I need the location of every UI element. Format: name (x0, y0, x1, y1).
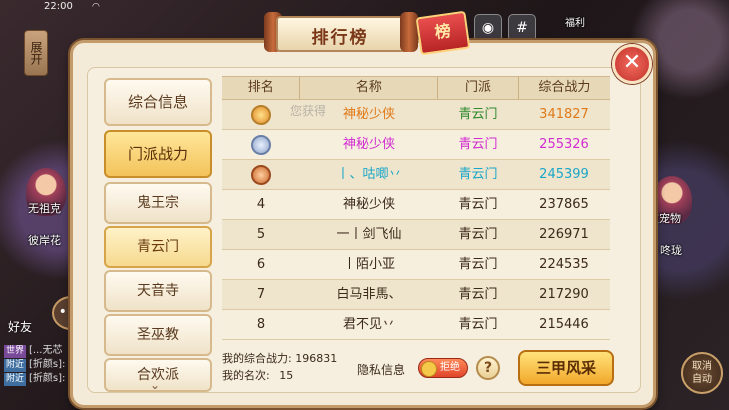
reward-toast-text: 您获得 (290, 104, 327, 118)
power-cell: 217290 (539, 287, 589, 302)
table-row[interactable]: 神秘少侠 青云门 341827 (222, 100, 610, 130)
chat-log[interactable]: 世界 [...无芯 附近 [折颜s]: 上 附近 [折颜s]: 上 (4, 344, 79, 386)
rank-cell: 5 (256, 227, 266, 242)
table-row[interactable]: 8 君不见丷 青云门 215446 (222, 310, 610, 340)
toggle-knob (421, 361, 437, 377)
tab-guiwangzong[interactable]: 鬼王宗 (104, 182, 212, 224)
table-body: 神秘少侠 青云门 341827 神秘少侠 青云门 255326 丨、咕唧丷 青云… (222, 100, 610, 340)
table-row[interactable]: 丨、咕唧丷 青云门 245399 (222, 160, 610, 190)
table-row[interactable]: 4 神秘少侠 青云门 237865 (222, 190, 610, 220)
ranking-table: 排名 名称 门派 综合战力 神秘少侠 青云门 341827 神秘少侠 青云门 2… (222, 76, 610, 340)
rank-cell: 8 (256, 317, 266, 332)
silver-medal-icon (251, 134, 271, 155)
table-header: 排名 名称 门派 综合战力 (222, 76, 610, 100)
header-name: 名称 (299, 77, 437, 99)
name-cell: 一丨剑飞仙 (336, 227, 402, 242)
status-time: 22:00 (44, 1, 73, 12)
faction-cell: 青云门 (458, 227, 498, 242)
my-power-label: 我的综合战力: (222, 352, 292, 365)
help-button[interactable]: ? (476, 356, 500, 380)
chevron-down-icon[interactable]: ⌄ (150, 378, 160, 392)
tab-overview[interactable]: 综合信息 (104, 78, 212, 126)
header-rank: 排名 (247, 80, 274, 95)
welfare-label[interactable]: 福利 (565, 14, 585, 29)
tab-shengwujiao[interactable]: 圣巫教 (104, 314, 212, 356)
cancel-auto-line2: 自动 (692, 374, 712, 385)
header-faction: 门派 (437, 77, 517, 99)
cancel-auto-button[interactable]: 取消 自动 (681, 352, 723, 394)
toggle-label: 拒绝 (440, 362, 460, 373)
rank-cell: 6 (256, 257, 266, 272)
npc-sub-right: 咚珑 (660, 244, 682, 257)
leaderboard-badge-icon: 榜 (415, 10, 471, 56)
header-power: 综合战力 (517, 77, 610, 99)
chat-tag-world: 世界 (4, 345, 27, 358)
chat-line: 附近 [折颜s]: 上 (4, 372, 79, 386)
my-rank-value: 15 (279, 369, 294, 382)
gold-medal-icon (251, 104, 271, 125)
hashtag-icon[interactable]: # (508, 14, 536, 42)
power-cell: 245399 (539, 167, 589, 182)
chat-tag-nearby: 附近 (4, 359, 27, 372)
faction-cell: 青云门 (458, 197, 498, 212)
table-row[interactable]: 神秘少侠 青云门 255326 (222, 130, 610, 160)
power-cell: 226971 (539, 227, 589, 242)
friends-label[interactable]: 好友 (8, 318, 32, 335)
chat-text: [...无芯 (29, 345, 63, 356)
category-tabs: 综合信息 门派战力 鬼王宗 青云门 天音寺 圣巫教 合欢派 (104, 78, 212, 394)
chat-line: 世界 [...无芯 (4, 344, 79, 358)
power-cell: 237865 (539, 197, 589, 212)
tab-faction-power[interactable]: 门派战力 (104, 130, 212, 178)
my-stats: 我的综合战力: 196831 我的名次: 15 (222, 350, 337, 384)
rank-cell (222, 100, 300, 129)
name-cell: 白马非馬、 (336, 287, 402, 302)
faction-cell: 青云门 (458, 257, 498, 272)
power-cell: 341827 (539, 107, 589, 122)
rank-cell (222, 160, 300, 189)
chat-line: 附近 [折颜s]: 上 (4, 358, 79, 372)
table-row[interactable]: 5 一丨剑飞仙 青云门 226971 (222, 220, 610, 250)
table-row[interactable]: 7 白马非馬、 青云门 217290 (222, 280, 610, 310)
faction-cell: 青云门 (458, 167, 498, 182)
tab-qingyunmen[interactable]: 青云门 (104, 226, 212, 268)
camera-icon[interactable]: ◉ (474, 14, 502, 42)
close-button[interactable]: ✕ (612, 44, 652, 84)
panel-title: 排行榜 (311, 28, 369, 48)
power-cell: 224535 (539, 257, 589, 272)
privacy-label: 隐私信息 (357, 363, 406, 377)
my-power-value: 196831 (295, 352, 338, 365)
npc-sub-left: 彼岸花 (28, 234, 61, 247)
npc-name-left: 无祖克 (28, 202, 61, 215)
top-three-button[interactable]: 三甲风采 (518, 350, 614, 386)
rank-cell: 7 (256, 287, 266, 302)
name-cell: 神秘少侠 (342, 137, 395, 152)
title-scroll: 排行榜 (250, 6, 430, 54)
table-row[interactable]: 6 丨陌小亚 青云门 224535 (222, 250, 610, 280)
rank-cell (222, 130, 300, 159)
name-cell: 丨陌小亚 (342, 257, 395, 272)
my-power-row: 我的综合战力: 196831 (222, 350, 337, 367)
name-cell: 君不见丷 (342, 317, 395, 332)
privacy-toggle[interactable]: 拒绝 (418, 358, 468, 378)
name-cell: 丨、咕唧丷 (336, 167, 402, 182)
cancel-auto-line1: 取消 (692, 361, 712, 372)
my-rank-label: 我的名次: (222, 369, 270, 382)
faction-cell: 青云门 (458, 107, 498, 122)
faction-cell: 青云门 (458, 137, 498, 152)
name-cell: 神秘少侠 (342, 197, 395, 212)
tab-tianyinsi[interactable]: 天音寺 (104, 270, 212, 312)
bronze-medal-icon (251, 164, 271, 185)
my-rank-row: 我的名次: 15 (222, 367, 337, 384)
faction-cell: 青云门 (458, 287, 498, 302)
power-cell: 255326 (539, 137, 589, 152)
rank-cell: 4 (256, 197, 266, 212)
expand-button[interactable]: 展开 (24, 30, 48, 76)
wifi-icon: ◠ (92, 2, 100, 12)
power-cell: 215446 (539, 317, 589, 332)
chat-tag-nearby: 附近 (4, 373, 27, 386)
faction-cell: 青云门 (458, 317, 498, 332)
